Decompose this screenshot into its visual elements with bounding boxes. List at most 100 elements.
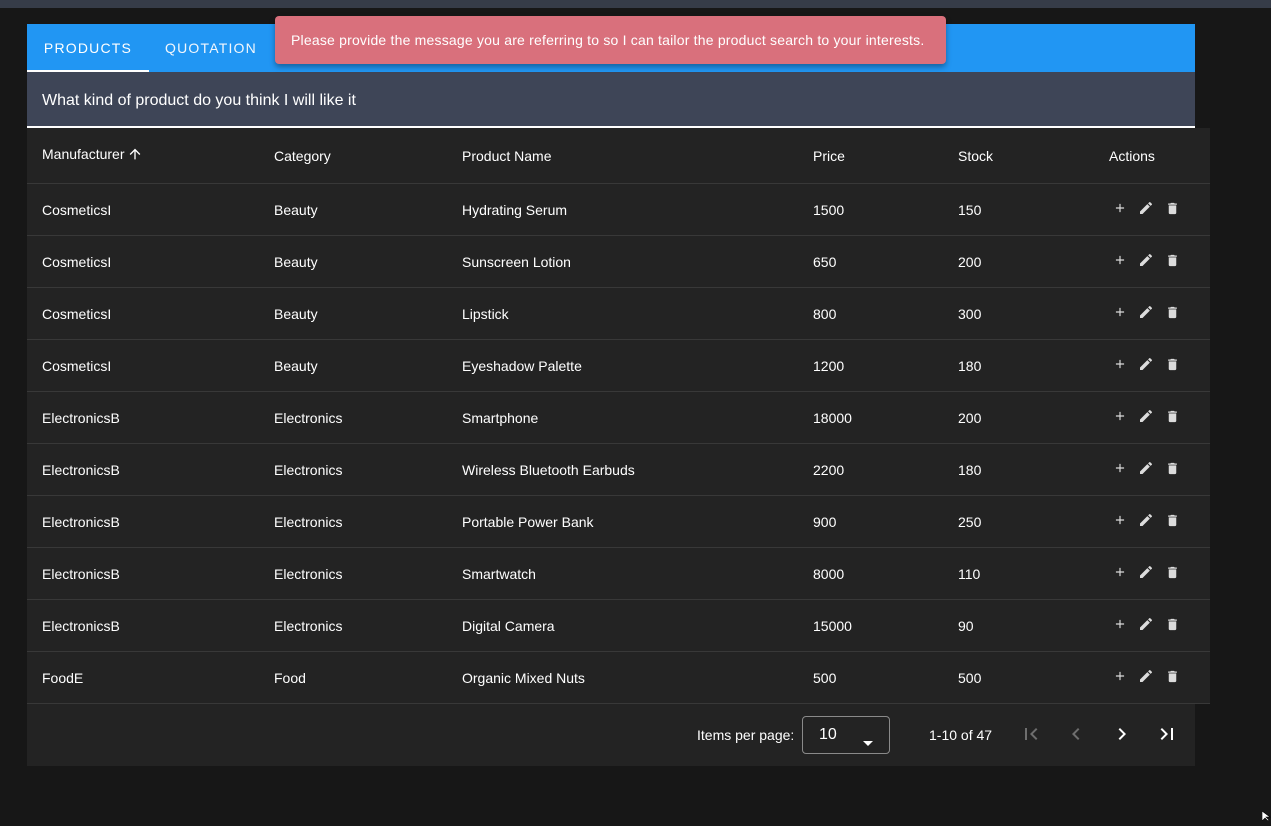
delete-button[interactable] — [1162, 616, 1182, 636]
table-body: CosmeticsI Beauty Hydrating Serum 1500 150 Co… — [27, 183, 1210, 704]
table-row: CosmeticsI Beauty Eyeshadow Palette 1200 180 — [27, 339, 1210, 392]
tab-products[interactable]: PRODUCTS — [27, 24, 149, 72]
edit-button[interactable] — [1136, 564, 1156, 584]
edit-button[interactable] — [1136, 304, 1156, 324]
trash-icon — [1165, 617, 1180, 635]
header-manufacturer-label: Manufacturer — [42, 146, 125, 162]
edit-button[interactable] — [1136, 356, 1156, 376]
paginator: Items per page: 10 1-10 of 47 — [27, 704, 1195, 766]
trash-icon — [1165, 565, 1180, 583]
products-table: Manufacturer Category Product Name Price… — [27, 128, 1210, 704]
cell-product-name: Smartphone — [462, 391, 813, 444]
cell-price: 1500 — [813, 183, 958, 236]
edit-button[interactable] — [1136, 200, 1156, 220]
delete-button[interactable] — [1162, 460, 1182, 480]
next-page-button[interactable] — [1110, 723, 1134, 747]
cell-stock: 200 — [958, 391, 1109, 444]
cell-stock: 180 — [958, 443, 1109, 496]
pencil-icon — [1138, 200, 1154, 219]
row-actions — [1109, 512, 1210, 532]
cell-price: 650 — [813, 235, 958, 288]
table-header-row: Manufacturer Category Product Name Price… — [27, 128, 1210, 184]
trash-icon — [1165, 513, 1180, 531]
add-button[interactable] — [1110, 252, 1130, 272]
cell-category: Beauty — [274, 339, 462, 392]
cell-stock: 150 — [958, 183, 1109, 236]
header-category[interactable]: Category — [274, 128, 462, 184]
cell-manufacturer: ElectronicsB — [27, 443, 274, 496]
cell-stock: 90 — [958, 599, 1109, 652]
edit-button[interactable] — [1136, 460, 1156, 480]
add-button[interactable] — [1110, 200, 1130, 220]
items-per-page-select[interactable]: 10 — [802, 716, 890, 754]
delete-button[interactable] — [1162, 304, 1182, 324]
cell-manufacturer: CosmeticsI — [27, 235, 274, 288]
add-button[interactable] — [1110, 304, 1130, 324]
row-actions — [1109, 460, 1210, 480]
cell-actions — [1109, 235, 1210, 288]
delete-button[interactable] — [1162, 564, 1182, 584]
edit-button[interactable] — [1136, 668, 1156, 688]
cell-actions — [1109, 287, 1210, 340]
cell-actions — [1109, 391, 1210, 444]
last-page-button[interactable] — [1155, 723, 1179, 747]
add-button[interactable] — [1110, 616, 1130, 636]
cell-product-name: Wireless Bluetooth Earbuds — [462, 443, 813, 496]
edit-button[interactable] — [1136, 408, 1156, 428]
edit-button[interactable] — [1136, 252, 1156, 272]
items-per-page-label: Items per page: — [697, 727, 795, 743]
delete-button[interactable] — [1162, 200, 1182, 220]
delete-button[interactable] — [1162, 512, 1182, 532]
cell-actions — [1109, 651, 1210, 704]
add-button[interactable] — [1110, 356, 1130, 376]
plus-icon — [1113, 201, 1127, 218]
cell-category: Electronics — [274, 599, 462, 652]
previous-page-button[interactable] — [1064, 723, 1088, 747]
cell-category: Beauty — [274, 183, 462, 236]
add-button[interactable] — [1110, 460, 1130, 480]
cell-manufacturer: ElectronicsB — [27, 495, 274, 548]
delete-button[interactable] — [1162, 668, 1182, 688]
delete-button[interactable] — [1162, 252, 1182, 272]
cell-actions — [1109, 183, 1210, 236]
cell-actions — [1109, 599, 1210, 652]
caret-down-icon — [863, 733, 873, 751]
first-page-button[interactable] — [1019, 723, 1043, 747]
table-row: ElectronicsB Electronics Smartphone 18000 20… — [27, 391, 1210, 444]
cell-stock: 200 — [958, 235, 1109, 288]
add-button[interactable] — [1110, 512, 1130, 532]
pencil-icon — [1138, 408, 1154, 427]
edit-button[interactable] — [1136, 512, 1156, 532]
pencil-icon — [1138, 252, 1154, 271]
cell-product-name: Smartwatch — [462, 547, 813, 600]
plus-icon — [1113, 669, 1127, 686]
tab-quotation[interactable]: QUOTATION — [149, 24, 273, 72]
delete-button[interactable] — [1162, 408, 1182, 428]
search-bar — [27, 72, 1195, 128]
tab-bar: PRODUCTS QUOTATION Please provide the me… — [27, 16, 1195, 72]
trash-icon — [1165, 409, 1180, 427]
delete-button[interactable] — [1162, 356, 1182, 376]
table-row: CosmeticsI Beauty Sunscreen Lotion 650 200 — [27, 235, 1210, 288]
snackbar-text: Please provide the message you are refer… — [291, 32, 925, 48]
header-stock[interactable]: Stock — [958, 128, 1109, 184]
plus-icon — [1113, 409, 1127, 426]
cell-product-name: Organic Mixed Nuts — [462, 651, 813, 704]
cell-category: Electronics — [274, 547, 462, 600]
cell-manufacturer: CosmeticsI — [27, 287, 274, 340]
add-button[interactable] — [1110, 668, 1130, 688]
pencil-icon — [1138, 356, 1154, 375]
cell-manufacturer: ElectronicsB — [27, 599, 274, 652]
cell-price: 15000 — [813, 599, 958, 652]
header-manufacturer[interactable]: Manufacturer — [27, 128, 274, 184]
header-price[interactable]: Price — [813, 128, 958, 184]
plus-icon — [1113, 513, 1127, 530]
plus-icon — [1113, 617, 1127, 634]
header-product-name[interactable]: Product Name — [462, 128, 813, 184]
row-actions — [1109, 252, 1210, 272]
search-input[interactable] — [42, 91, 1142, 110]
add-button[interactable] — [1110, 564, 1130, 584]
add-button[interactable] — [1110, 408, 1130, 428]
plus-icon — [1113, 253, 1127, 270]
edit-button[interactable] — [1136, 616, 1156, 636]
